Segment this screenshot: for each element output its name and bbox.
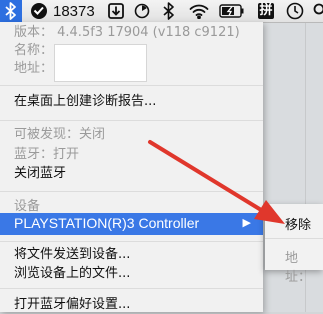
annotation-arrow-icon <box>0 0 323 312</box>
